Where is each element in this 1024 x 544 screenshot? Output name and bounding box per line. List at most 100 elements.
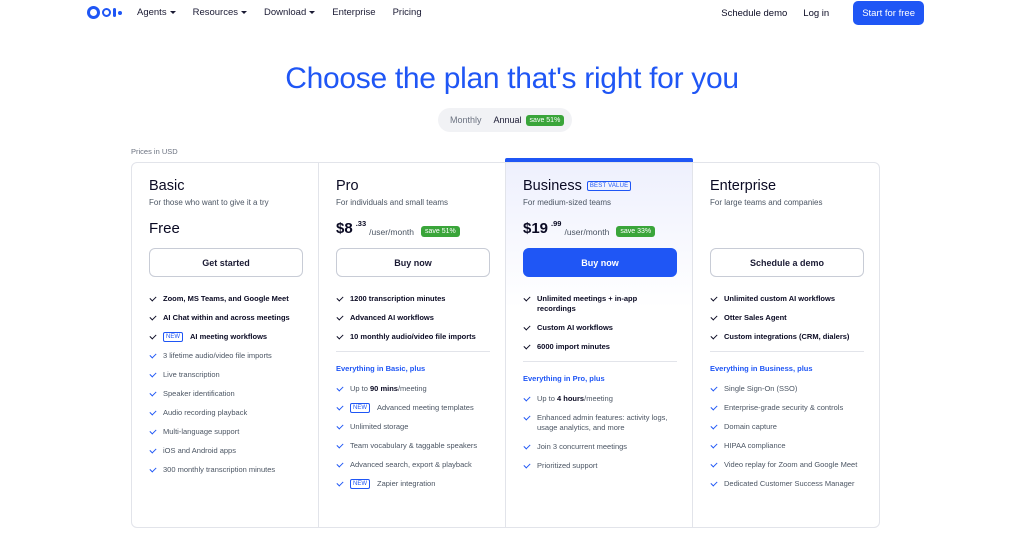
nav-enterprise[interactable]: Enterprise (332, 7, 375, 18)
check-icon (523, 342, 531, 350)
check-icon (336, 384, 344, 392)
list-item: Multi-language support (149, 427, 301, 437)
schedule-demo-link[interactable]: Schedule demo (721, 8, 787, 19)
check-icon (710, 313, 718, 321)
list-item: NEW Zapier integration (336, 479, 488, 489)
check-icon (523, 461, 531, 469)
get-started-button[interactable]: Get started (149, 248, 303, 277)
list-item: NEW Advanced meeting templates (336, 403, 488, 413)
chevron-down-icon (309, 11, 316, 14)
list-item: 6000 import minutes (523, 342, 675, 352)
list-item: Up to 90 mins/meeting (336, 384, 488, 394)
feature-list-extra: Up to 4 hours/meeting Enhanced admin fea… (523, 394, 675, 471)
nav-resources[interactable]: Resources (193, 7, 247, 18)
list-item: iOS and Android apps (149, 446, 301, 456)
price-dollars: $8 (336, 220, 353, 237)
currency-note: Prices in USD (131, 147, 178, 156)
price-cents: .99 (551, 219, 562, 228)
plan-price-empty (710, 220, 863, 242)
list-item: Custom AI workflows (523, 323, 675, 333)
plan-price: $8 .33 /user/month save 51% (336, 219, 488, 242)
list-item: Team vocabulary & taggable speakers (336, 441, 488, 451)
list-item: Enhanced admin features: activity logs, … (523, 413, 675, 433)
chevron-down-icon (241, 11, 247, 14)
check-icon (149, 427, 157, 435)
list-item: Unlimited storage (336, 422, 488, 432)
check-icon (710, 460, 718, 468)
list-item: Video replay for Zoom and Google Meet (710, 460, 863, 470)
pricing-cards: Basic For those who want to give it a tr… (131, 158, 880, 528)
list-item: 1200 transcription minutes (336, 294, 488, 304)
nav-download[interactable]: Download (264, 7, 316, 18)
check-icon (149, 332, 157, 340)
plan-description: For medium-sized teams (523, 198, 612, 207)
login-link[interactable]: Log in (803, 8, 829, 19)
otter-logo[interactable] (87, 6, 122, 19)
featured-accent-bar (505, 158, 693, 162)
check-icon (149, 408, 157, 416)
nav-agents[interactable]: Agents (137, 7, 176, 18)
plan-name: Pro (336, 178, 359, 194)
plan-price: Free (149, 220, 301, 242)
section-label: Everything in Basic, plus (336, 364, 426, 373)
plan-card-business: Business BEST VALUE For medium-sized team… (505, 158, 693, 527)
check-icon (149, 313, 157, 321)
save-badge: save 33% (616, 225, 656, 237)
check-icon (710, 479, 718, 487)
buy-now-button[interactable]: Buy now (336, 248, 490, 277)
divider (523, 361, 677, 362)
check-icon (710, 294, 718, 302)
check-icon (523, 413, 531, 421)
feature-list: Zoom, MS Teams, and Google Meet AI Chat … (149, 294, 301, 475)
section-label: Everything in Business, plus (710, 364, 813, 373)
price-unit: /user/month (369, 226, 415, 237)
plan-card-basic: Basic For those who want to give it a tr… (132, 163, 319, 527)
list-item: Prioritized support (523, 461, 675, 471)
logo-ring-icon (102, 8, 111, 17)
plan-card-enterprise: Enterprise For large teams and companies… (693, 163, 880, 527)
nav-pricing[interactable]: Pricing (393, 7, 422, 18)
check-icon (523, 394, 531, 402)
check-icon (523, 323, 531, 331)
buy-now-button[interactable]: Buy now (523, 248, 677, 277)
check-icon (149, 351, 157, 359)
feature-list: Unlimited meetings + in-app recordings C… (523, 294, 675, 352)
list-item: Join 3 concurrent meetings (523, 442, 675, 452)
list-item: Otter Sales Agent (710, 313, 863, 323)
plan-price: $19 .99 /user/month save 33% (523, 219, 675, 242)
list-item: Domain capture (710, 422, 863, 432)
list-item: Advanced AI workflows (336, 313, 488, 323)
check-icon (523, 442, 531, 450)
plan-card-pro: Pro For individuals and small teams $8 .… (319, 163, 506, 527)
list-item: NEW AI meeting workflows (149, 332, 301, 342)
save-badge: save 51% (421, 225, 460, 237)
list-item: Advanced search, export & playback (336, 460, 488, 470)
check-icon (710, 332, 718, 340)
feature-list: 1200 transcription minutes Advanced AI w… (336, 294, 488, 342)
list-item: 10 monthly audio/video file imports (336, 332, 488, 342)
check-icon (149, 389, 157, 397)
check-icon (149, 465, 157, 473)
check-icon (336, 313, 344, 321)
list-item: Up to 4 hours/meeting (523, 394, 675, 404)
check-icon (523, 294, 531, 302)
logo-bar-icon (113, 8, 116, 17)
nav-actions: Schedule demo Log in Start for free (721, 0, 924, 26)
price-cents: .33 (355, 219, 367, 228)
divider (710, 351, 864, 352)
logo-ring-icon (87, 6, 100, 19)
billing-annual-option[interactable]: Annual save 51% (490, 114, 569, 126)
list-item: Zoom, MS Teams, and Google Meet (149, 294, 301, 304)
check-icon (336, 460, 344, 468)
schedule-a-demo-button[interactable]: Schedule a demo (710, 248, 864, 277)
billing-monthly-option[interactable]: Monthly (442, 115, 490, 125)
annual-save-badge: save 51% (525, 114, 565, 126)
list-item: Speaker identification (149, 389, 301, 399)
plan-name: Basic (149, 178, 185, 194)
list-item: Unlimited custom AI workflows (710, 294, 863, 304)
page-title: Choose the plan that's right for you (285, 62, 739, 95)
start-free-button[interactable]: Start for free (853, 1, 924, 25)
list-item: AI Chat within and across meetings (149, 313, 301, 323)
price-dollars: $19 (523, 220, 549, 237)
best-value-badge: BEST VALUE (586, 181, 632, 191)
